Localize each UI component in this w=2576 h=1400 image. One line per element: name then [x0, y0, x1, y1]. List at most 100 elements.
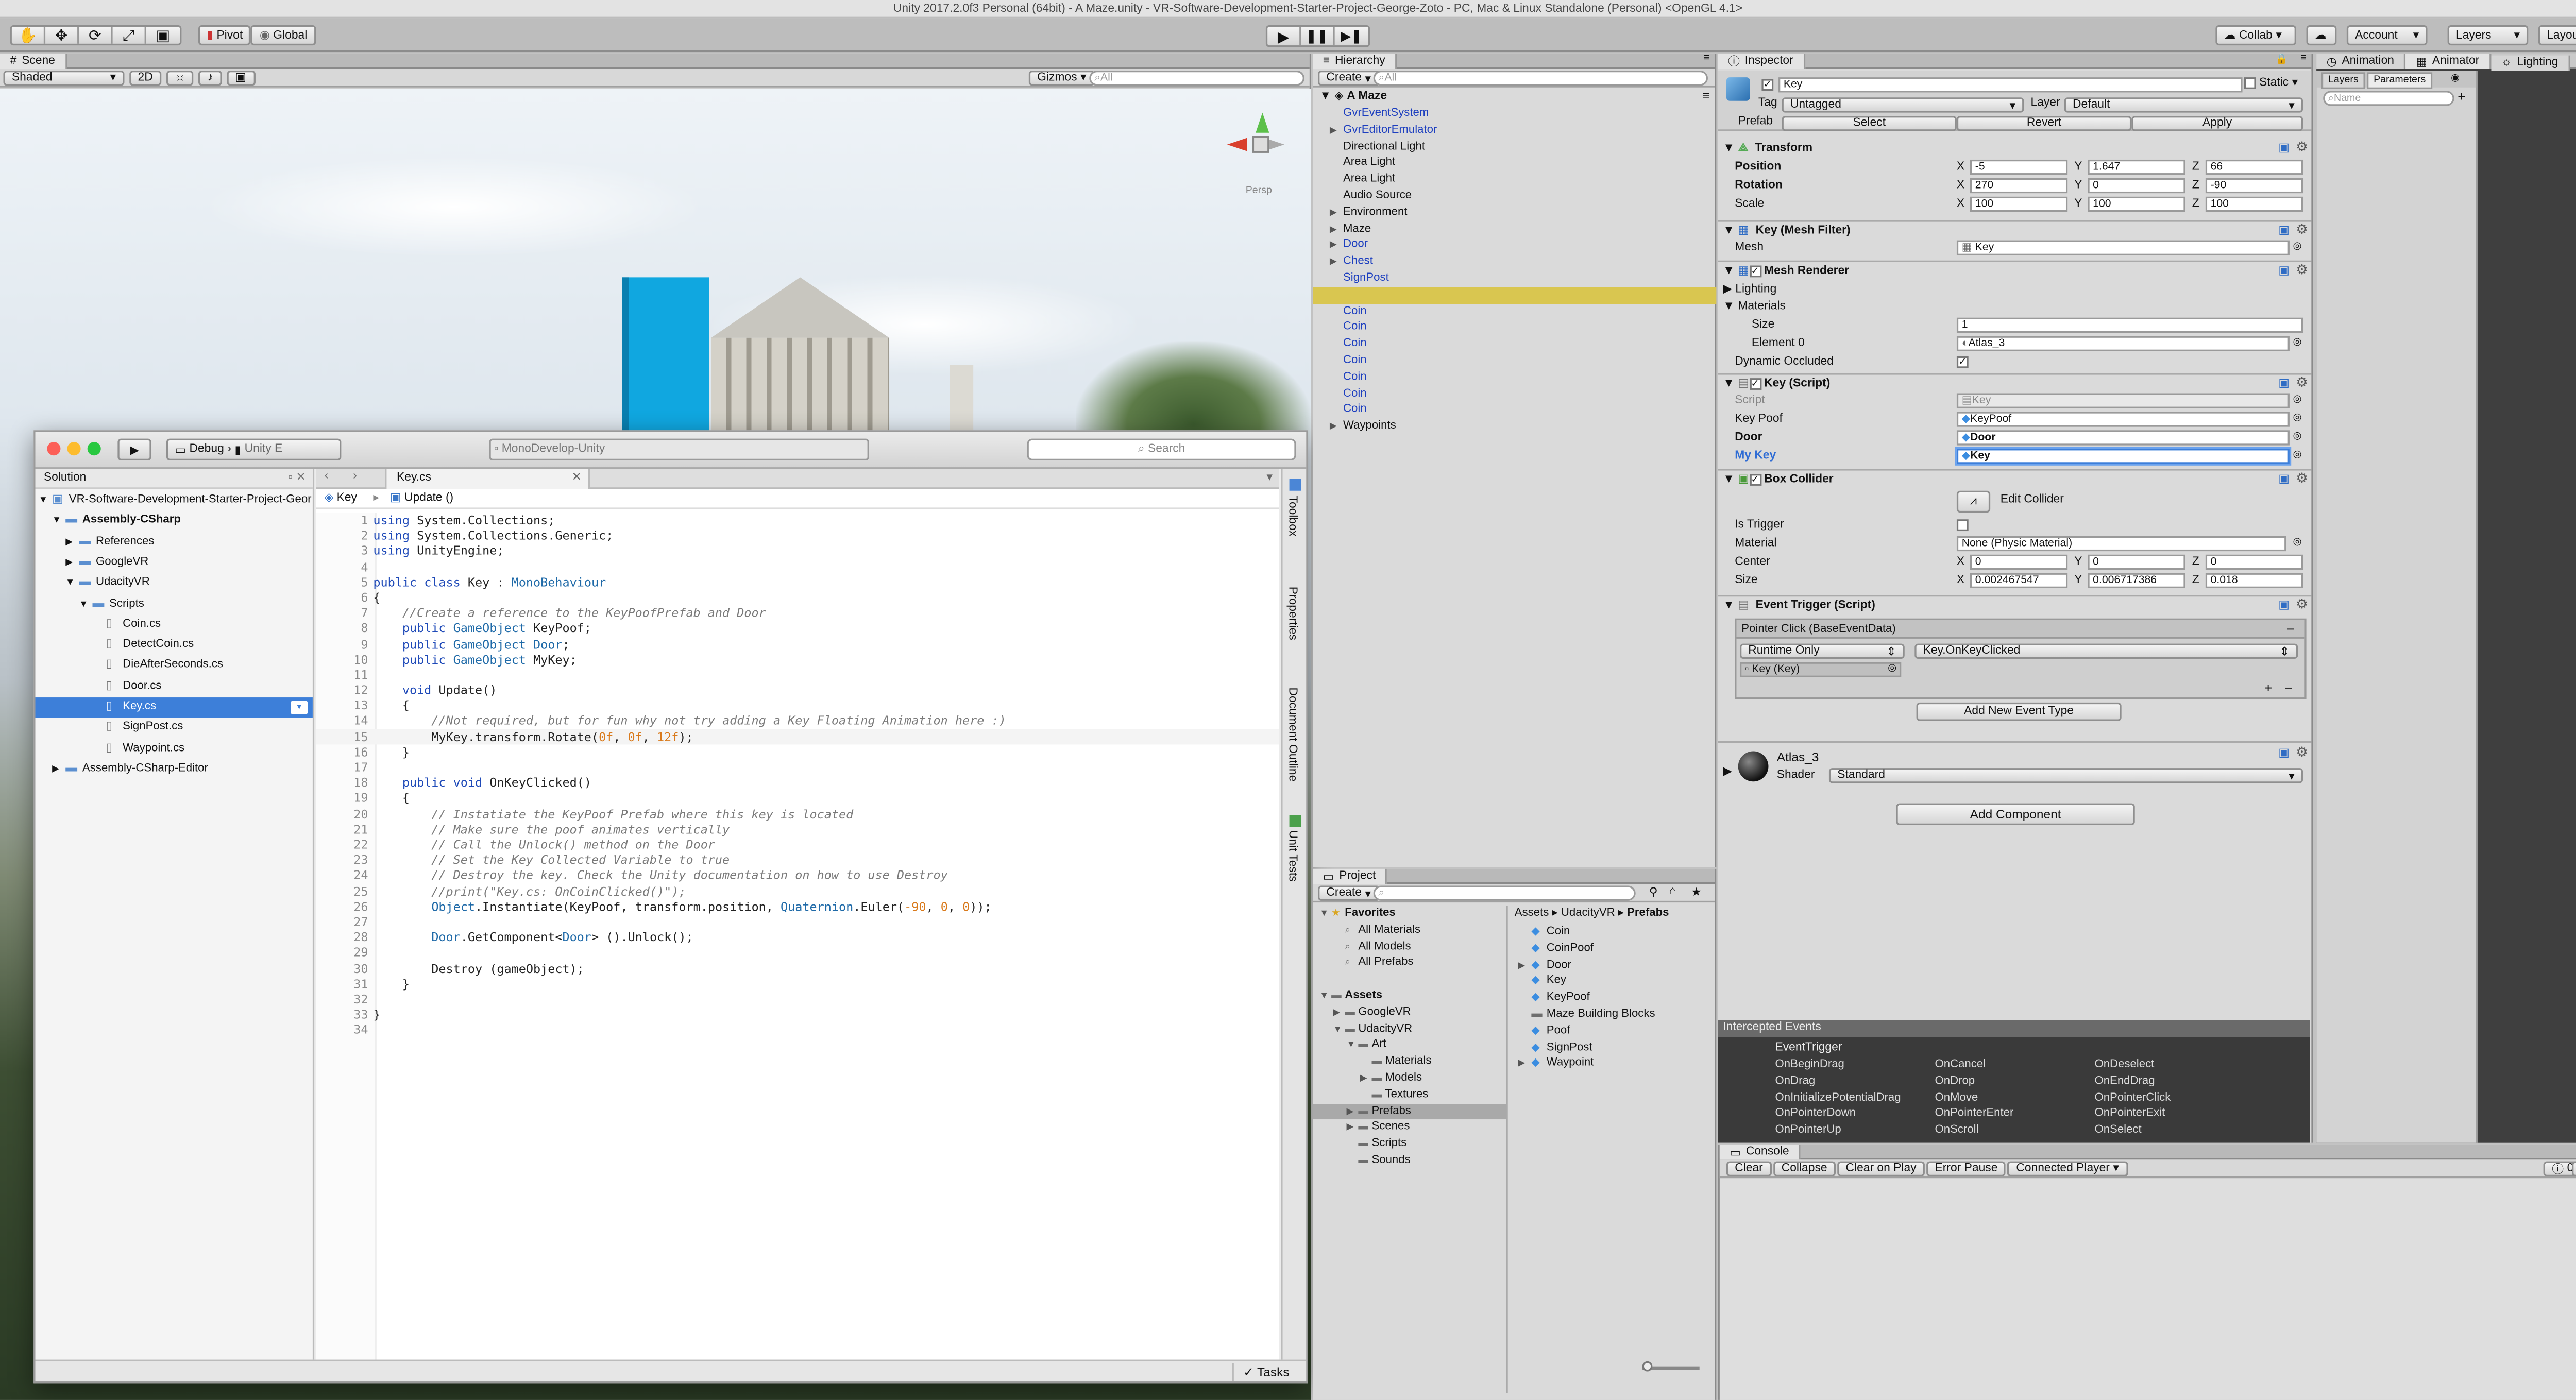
active-checkbox[interactable]: ✓: [1761, 79, 1774, 91]
filter-type-icon[interactable]: ⚲: [1649, 885, 1658, 899]
pad-options-icon[interactable]: ▫: [289, 469, 293, 489]
help-icon[interactable]: ▣: [2278, 746, 2290, 760]
side-tab-toolbox[interactable]: Toolbox: [1286, 496, 1298, 537]
project-tree-item[interactable]: ▼ ▬ UdacityVR: [1313, 1021, 1506, 1037]
lock-icon[interactable]: 🔒: [2275, 54, 2287, 66]
expand-material-icon[interactable]: ▶: [1723, 765, 1732, 778]
scene-search-input[interactable]: ⌕All: [1089, 70, 1304, 85]
class-crumb[interactable]: ◈ Key: [325, 489, 357, 509]
warning-count-toggle[interactable]: ⚠0: [2571, 1161, 2576, 1176]
console-clear-on-play-button[interactable]: Clear on Play: [1837, 1160, 1925, 1176]
scene-orientation-gizmo[interactable]: [1224, 109, 1291, 177]
maximize-window-icon[interactable]: [87, 442, 101, 456]
account-button[interactable]: Account ▾: [2346, 25, 2428, 46]
file-tab-key-cs[interactable]: Key.cs ✕: [385, 469, 590, 489]
filter-label-icon[interactable]: ⌂: [1669, 885, 1676, 897]
project-tree-item[interactable]: ▬ Sounds: [1313, 1153, 1506, 1169]
hierarchy-item[interactable]: Coin: [1313, 353, 1716, 369]
materials-foldout[interactable]: ▼ Materials: [1723, 301, 1786, 313]
gear-icon[interactable]: ⚙: [2296, 222, 2308, 239]
eye-icon[interactable]: ◉: [2451, 71, 2460, 88]
materials-size-field[interactable]: 1: [1956, 317, 2303, 333]
chevron-right-icon[interactable]: ▶: [1330, 240, 1343, 256]
hierarchy-item[interactable]: Area Light: [1313, 155, 1716, 172]
component-header-transform[interactable]: ▼ ⟁ Transform ▣ ⚙: [1718, 140, 2312, 158]
solution-item[interactable]: ▼ ▬ Assembly-CSharp: [36, 511, 313, 532]
chevron-right-icon[interactable]: ▶: [1330, 256, 1343, 272]
add-component-button[interactable]: Add Component: [1896, 803, 2135, 826]
project-create-dropdown[interactable]: Create ▾: [1318, 885, 1380, 901]
icon-size-slider[interactable]: [1642, 1361, 1700, 1372]
key-script-enabled-checkbox[interactable]: ✓: [1749, 378, 1761, 389]
vector-field[interactable]: 1.647: [2088, 159, 2185, 175]
object-picker-icon[interactable]: ◎: [2293, 430, 2301, 442]
tab-inspector[interactable]: ⓘ Inspector: [1718, 54, 1805, 69]
side-tab-unit-tests[interactable]: Unit Tests: [1286, 830, 1298, 882]
console-collapse-button[interactable]: Collapse: [1773, 1160, 1836, 1176]
vector-field[interactable]: 0: [2088, 178, 2185, 194]
project-tree-item[interactable]: ▬ Scripts: [1313, 1136, 1506, 1153]
nav-back-icon[interactable]: ‹: [325, 471, 329, 483]
project-tree-item[interactable]: ▼ ★ Favorites: [1313, 906, 1506, 923]
layers-button[interactable]: Layers ▾: [2447, 25, 2529, 46]
add-new-event-type-button[interactable]: Add New Event Type: [1916, 702, 2122, 721]
close-window-icon[interactable]: [47, 442, 61, 456]
object-name-field[interactable]: Key: [1778, 77, 2243, 93]
hierarchy-item[interactable]: Coin: [1313, 303, 1716, 320]
hand-tool-icon[interactable]: ✋: [12, 27, 46, 44]
project-tree-item[interactable]: ▬ Textures: [1313, 1087, 1506, 1103]
effects-toggle-icon[interactable]: ▣: [227, 70, 255, 85]
vector-field[interactable]: 0.006717386: [2088, 573, 2185, 588]
minimize-window-icon[interactable]: [67, 442, 81, 456]
gizmos-dropdown[interactable]: Gizmos ▾: [1028, 70, 1095, 85]
lighting-foldout[interactable]: ▶ Lighting: [1723, 282, 1776, 296]
hierarchy-item[interactable]: ▶ Waypoints: [1313, 419, 1716, 435]
object-picker-icon[interactable]: ◎: [2293, 393, 2301, 405]
prefab-apply-button[interactable]: Apply: [2131, 116, 2303, 131]
hierarchy-item[interactable]: Coin: [1313, 402, 1716, 419]
hierarchy-item[interactable]: [1313, 287, 1717, 304]
function-dropdown[interactable]: Key.OnKeyClicked ⇕: [1914, 643, 2298, 659]
component-header-mesh-renderer[interactable]: ▼ ▦ ✓ Mesh Renderer ▣ ⚙: [1718, 262, 2312, 281]
favorite-star-icon[interactable]: ★: [1691, 885, 1701, 899]
solution-item[interactable]: ▯ Waypoint.cs: [36, 739, 313, 759]
component-header-mesh-filter[interactable]: ▼ ▦ Key (Mesh Filter) ▣ ⚙: [1718, 222, 2312, 241]
gear-icon[interactable]: ⚙: [2296, 262, 2308, 279]
project-tree-item[interactable]: ▶ ▬ Scenes: [1313, 1120, 1506, 1136]
help-icon[interactable]: ▣: [2278, 472, 2290, 489]
prefab-revert-button[interactable]: Revert: [1956, 116, 2132, 131]
project-asset-item[interactable]: ▶ ◆ Waypoint: [1515, 1056, 1713, 1072]
chevron-right-icon[interactable]: ▶: [1330, 207, 1343, 223]
hierarchy-item[interactable]: SignPost: [1313, 270, 1716, 287]
runtime-dropdown[interactable]: Runtime Only ⇕: [1739, 643, 1905, 659]
object-picker-icon[interactable]: ◎: [2293, 241, 2301, 252]
console-connected-player-dropdown[interactable]: Connected Player ▾: [2008, 1160, 2128, 1176]
chevron-right-icon[interactable]: ▶: [1330, 124, 1343, 141]
door-field[interactable]: ◆Door: [1956, 430, 2290, 446]
solution-item[interactable]: ▶ ▬ References: [36, 532, 313, 552]
vector-field[interactable]: 0: [1970, 554, 2068, 570]
project-asset-item[interactable]: ◆ KeyPoof: [1515, 990, 1713, 1006]
tasks-button[interactable]: ✓ Tasks: [1231, 1363, 1290, 1382]
hierarchy-scene-row[interactable]: ▼ ◈ A Maze ≡: [1313, 89, 1716, 106]
tab-lighting[interactable]: ☼ Lighting: [2491, 55, 2570, 70]
solution-item[interactable]: ▼ ▣ VR-Software-Development-Starter-Projec…: [36, 491, 313, 511]
project-tree-item[interactable]: [1313, 972, 1506, 988]
object-picker-icon[interactable]: ◎: [2293, 536, 2301, 548]
vector-field[interactable]: 66: [2205, 159, 2303, 175]
solution-item[interactable]: ▯ SignPost.cs: [36, 718, 313, 738]
mesh-renderer-enabled-checkbox[interactable]: ✓: [1749, 265, 1761, 277]
hierarchy-item[interactable]: ▶ Environment: [1313, 204, 1716, 221]
audio-toggle-icon[interactable]: ♪: [199, 70, 222, 85]
vector-field[interactable]: 0.002467547: [1970, 573, 2068, 588]
project-asset-item[interactable]: ◆ Coin: [1515, 925, 1713, 941]
play-icon[interactable]: ▶: [1267, 27, 1301, 46]
project-asset-item[interactable]: ◆ Poof: [1515, 1023, 1713, 1039]
run-button[interactable]: ▶: [117, 438, 151, 461]
hierarchy-item[interactable]: Coin: [1313, 320, 1716, 336]
shader-dropdown[interactable]: Standard ▾: [1828, 768, 2303, 783]
tab-hierarchy[interactable]: ≡ Hierarchy: [1313, 54, 1397, 69]
vector-field[interactable]: -5: [1970, 159, 2068, 175]
tab-project[interactable]: ▭ Project: [1313, 868, 1388, 884]
physic-material-field[interactable]: None (Physic Material): [1956, 536, 2286, 552]
